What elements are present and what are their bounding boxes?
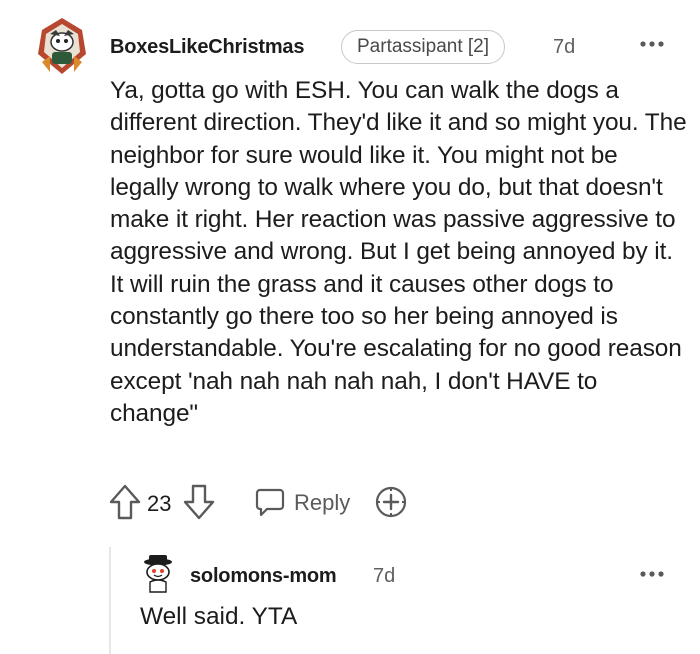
comment-action-bar: 23 Reply: [108, 481, 428, 523]
avatar-image: [38, 18, 86, 74]
speech-bubble-icon: [254, 486, 286, 518]
comment-body: Ya, gotta go with ESH. You can walk the …: [110, 77, 687, 427]
comment-timestamp[interactable]: 7d: [553, 36, 575, 59]
reply-avatar-image: [144, 555, 172, 593]
author-username[interactable]: BoxesLikeChristmas: [110, 36, 304, 59]
downvote-arrow-icon[interactable]: [182, 483, 216, 521]
reply-body: Well said. YTA: [140, 603, 298, 630]
user-avatar[interactable]: [36, 16, 88, 78]
reply-timestamp[interactable]: 7d: [373, 565, 395, 588]
more-horizontal-icon[interactable]: [637, 563, 667, 585]
thread-indent-line[interactable]: [109, 547, 111, 654]
upvote-arrow-icon[interactable]: [108, 483, 142, 521]
reply-button[interactable]: Reply: [254, 481, 364, 523]
reply-label: Reply: [294, 490, 351, 515]
more-horizontal-icon[interactable]: [637, 33, 667, 55]
user-flair-badge: Partassipant [2]: [341, 30, 506, 64]
vote-score: 23: [147, 491, 172, 516]
reply-user-avatar[interactable]: [140, 554, 176, 594]
reply-author-username[interactable]: solomons-mom: [190, 565, 337, 588]
award-plus-icon[interactable]: [374, 485, 408, 519]
